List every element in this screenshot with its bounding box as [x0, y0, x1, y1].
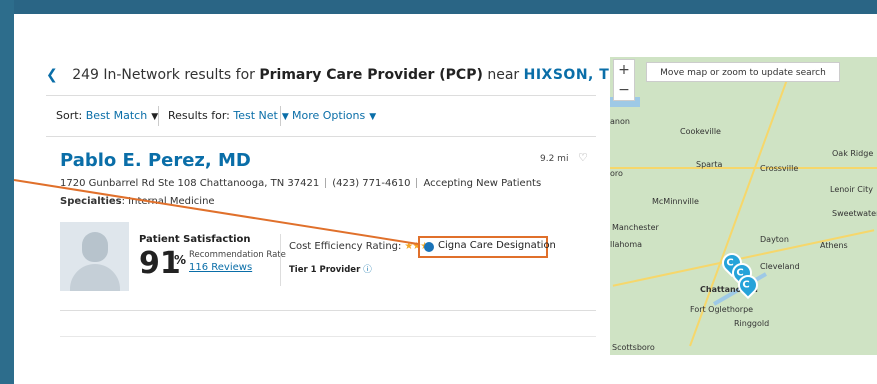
map-city-label: Sweetwater — [832, 209, 877, 218]
map-city-label: Manchester — [612, 223, 659, 232]
divider — [60, 310, 596, 311]
map-panel[interactable]: + − Move map or zoom to update search Co… — [610, 57, 877, 355]
map-update-message: Move map or zoom to update search — [646, 62, 840, 82]
map-city-label: Oak Ridge — [832, 149, 874, 158]
map-city-label: Dayton — [760, 235, 789, 244]
map-zoom-control: + − — [613, 59, 635, 101]
map-city-label: oro — [610, 169, 623, 178]
divider — [60, 336, 596, 337]
zoom-in-button[interactable]: + — [614, 60, 634, 80]
map-city-label: Scottsboro — [612, 343, 655, 352]
map-city-label: Crossville — [760, 164, 799, 173]
map-city-label: Cleveland — [760, 262, 800, 271]
map-city-label: Sparta — [696, 160, 723, 169]
annotation-line — [13, 179, 419, 245]
map-city-label: McMinnville — [652, 197, 699, 206]
map-city-label: Fort Oglethorpe — [690, 305, 754, 314]
map-city-label: llahoma — [610, 240, 643, 249]
zoom-out-button[interactable]: − — [614, 80, 634, 100]
map-city-label: Cookeville — [680, 127, 721, 136]
map-city-label: Ringgold — [734, 319, 770, 328]
map-city-label: Lenoir City — [830, 185, 873, 194]
map-road — [610, 167, 877, 169]
map-city-label: anon — [610, 117, 630, 126]
map-city-label: Athens — [820, 241, 848, 250]
